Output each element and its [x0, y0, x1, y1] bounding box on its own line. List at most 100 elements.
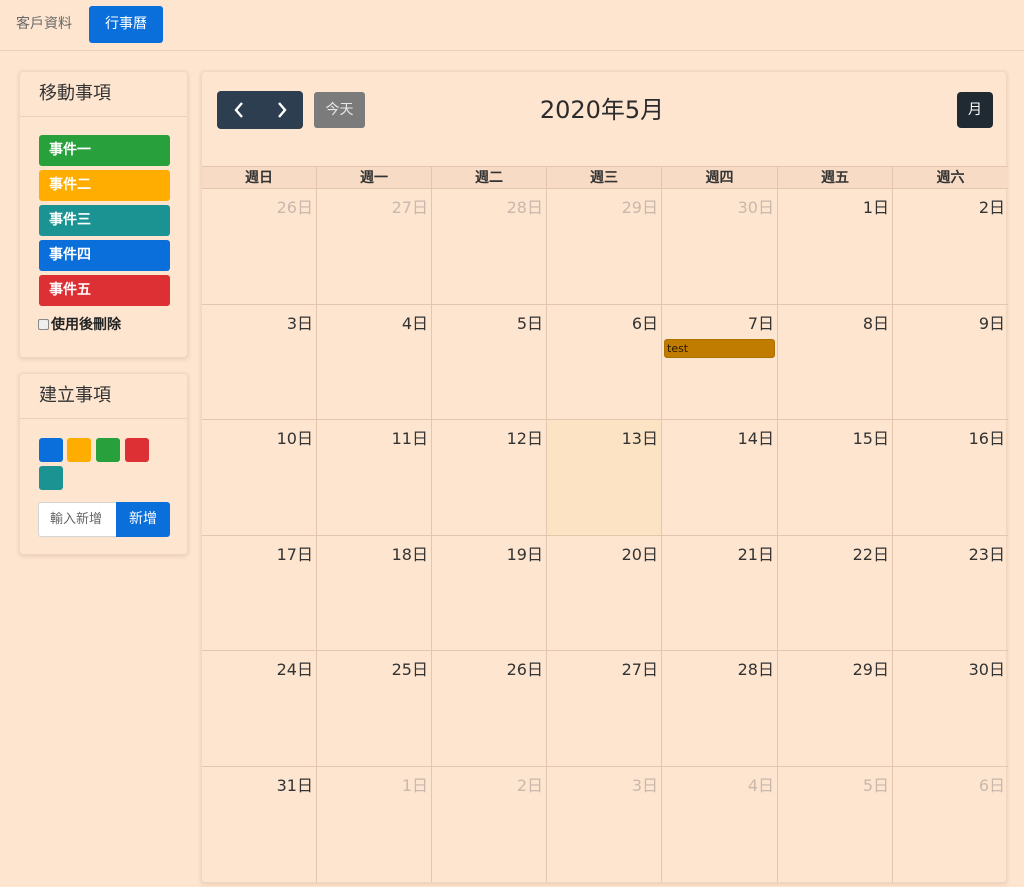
- day-cell-today[interactable]: 13日: [547, 420, 662, 535]
- day-cell[interactable]: 16日: [893, 420, 1008, 535]
- external-event-3[interactable]: 事件三: [39, 205, 170, 236]
- day-cell[interactable]: 31日: [202, 766, 317, 882]
- day-number: 15日: [852, 429, 889, 448]
- external-event-5[interactable]: 事件五: [39, 275, 170, 306]
- day-number: 26日: [276, 198, 313, 217]
- day-number: 9日: [978, 313, 1005, 333]
- day-number: 28日: [506, 198, 543, 217]
- day-cell[interactable]: 6日: [547, 304, 662, 419]
- day-cell[interactable]: 15日: [778, 420, 893, 535]
- day-cell[interactable]: 22日: [778, 535, 893, 650]
- day-cell[interactable]: 10日: [202, 420, 317, 535]
- day-cell[interactable]: 2日: [432, 766, 547, 882]
- chevron-right-icon: [277, 102, 287, 118]
- add-event-button[interactable]: 新增: [116, 502, 170, 537]
- move-events-title: 移動事項: [20, 72, 187, 117]
- day-cell[interactable]: 18日: [317, 535, 432, 650]
- day-cell[interactable]: 30日: [662, 189, 778, 304]
- day-number: 25日: [391, 660, 428, 679]
- day-number: 4日: [747, 775, 774, 795]
- day-cell[interactable]: 5日: [778, 766, 893, 882]
- day-cell[interactable]: 27日: [317, 189, 432, 304]
- day-number: 30日: [968, 660, 1005, 679]
- day-number: 20日: [621, 544, 658, 564]
- day-cell[interactable]: 4日: [317, 304, 432, 419]
- weekday-tue: 週二: [432, 167, 547, 189]
- today-button[interactable]: 今天: [314, 92, 365, 128]
- color-swatch-blue[interactable]: [39, 438, 63, 462]
- day-number: 4日: [401, 313, 428, 333]
- day-cell[interactable]: 8日: [778, 304, 893, 419]
- day-cell[interactable]: 2日: [893, 189, 1008, 304]
- day-cell[interactable]: 27日: [547, 651, 662, 766]
- day-cell[interactable]: 19日: [432, 535, 547, 650]
- week-row: 3日 4日 5日 6日 7日 test 8日 9日: [202, 304, 1008, 420]
- day-cell[interactable]: 28日: [662, 651, 778, 766]
- day-number: 22日: [852, 544, 889, 564]
- top-nav: 客戶資料 行事曆: [0, 0, 1024, 51]
- day-cell[interactable]: 6日: [893, 767, 1008, 883]
- day-cell[interactable]: 28日: [432, 189, 547, 304]
- remove-after-use-checkbox[interactable]: [38, 318, 49, 330]
- external-event-4[interactable]: 事件四: [39, 240, 170, 271]
- day-number: 6日: [978, 775, 1005, 795]
- external-event-1[interactable]: 事件一: [39, 135, 170, 166]
- color-swatch-green[interactable]: [96, 438, 120, 462]
- create-event-card: 建立事項 新增: [19, 373, 188, 555]
- day-cell[interactable]: 29日: [547, 189, 662, 304]
- nav-calendar[interactable]: 行事曆: [89, 6, 163, 43]
- day-cell[interactable]: 3日: [547, 766, 662, 882]
- day-number: 28日: [737, 660, 774, 679]
- remove-after-use-label: 使用後刪除: [51, 317, 121, 333]
- day-cell[interactable]: 5日: [432, 304, 547, 419]
- day-cell[interactable]: 26日: [202, 189, 317, 304]
- day-cell[interactable]: 30日: [893, 651, 1008, 766]
- day-cell[interactable]: 26日: [432, 651, 547, 766]
- color-swatch-teal[interactable]: [39, 466, 63, 490]
- day-number: 2日: [978, 198, 1005, 217]
- new-event-input[interactable]: [38, 502, 117, 537]
- day-cell[interactable]: 21日: [662, 535, 778, 650]
- day-cell[interactable]: 23日: [893, 536, 1008, 651]
- move-events-card: 移動事項 事件一 事件二 事件三 事件四 事件五 使用後刪除: [19, 71, 188, 358]
- day-cell[interactable]: 4日: [662, 766, 778, 882]
- day-number: 13日: [621, 429, 658, 448]
- weekday-mon: 週一: [317, 167, 432, 189]
- day-cell[interactable]: 1日: [317, 766, 432, 882]
- color-swatch-orange[interactable]: [67, 438, 91, 462]
- day-number: 12日: [506, 429, 543, 448]
- day-cell[interactable]: 12日: [432, 420, 547, 535]
- day-cell[interactable]: 7日 test: [662, 304, 778, 419]
- day-cell[interactable]: 20日: [547, 535, 662, 650]
- remove-after-use-row: 使用後刪除: [38, 314, 121, 334]
- external-event-2[interactable]: 事件二: [39, 170, 170, 201]
- prev-month-button[interactable]: [217, 91, 260, 129]
- day-number: 17日: [276, 544, 313, 564]
- day-number: 5日: [516, 313, 543, 333]
- day-cell[interactable]: 24日: [202, 651, 317, 766]
- color-swatch-red[interactable]: [125, 438, 149, 462]
- calendar-title: 2020年5月: [539, 96, 665, 124]
- day-cell[interactable]: 1日: [778, 189, 893, 304]
- day-number: 2日: [516, 775, 543, 795]
- month-view-button[interactable]: 月: [957, 92, 993, 128]
- day-cell[interactable]: 25日: [317, 651, 432, 766]
- day-cell[interactable]: 29日: [778, 651, 893, 766]
- day-number: 6日: [631, 313, 658, 333]
- next-month-button[interactable]: [260, 91, 303, 129]
- week-row: 10日 11日 12日 13日 14日 15日 16日: [202, 420, 1008, 536]
- day-number: 29日: [621, 198, 658, 217]
- day-cell[interactable]: 3日: [202, 304, 317, 419]
- calendar-event[interactable]: test: [664, 338, 775, 358]
- day-cell[interactable]: 17日: [202, 535, 317, 650]
- create-event-title: 建立事項: [20, 374, 187, 419]
- weekday-fri: 週五: [778, 167, 893, 189]
- day-cell[interactable]: 9日: [893, 305, 1008, 420]
- day-number: 11日: [391, 429, 428, 448]
- day-number: 27日: [391, 198, 428, 217]
- day-number: 18日: [391, 544, 428, 564]
- day-cell[interactable]: 14日: [662, 420, 778, 535]
- nav-customer-data[interactable]: 客戶資料: [1, 6, 87, 43]
- day-cell[interactable]: 11日: [317, 420, 432, 535]
- chevron-left-icon: [233, 102, 243, 118]
